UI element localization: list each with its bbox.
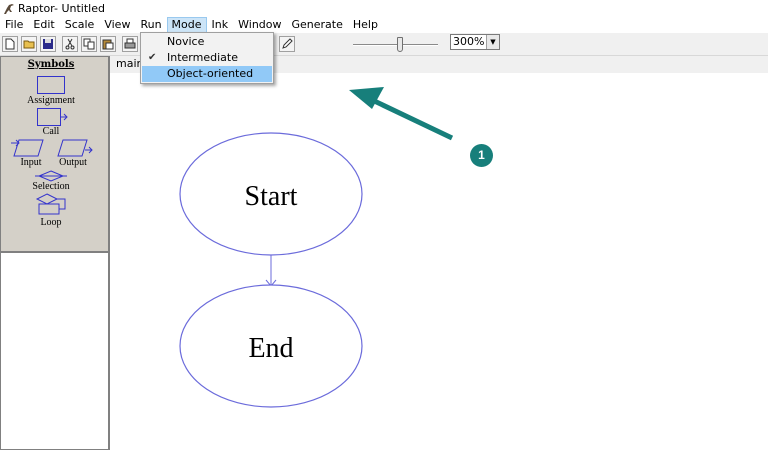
mode-intermediate-label: Intermediate (167, 51, 238, 64)
mode-novice-item[interactable]: Novice (142, 34, 272, 50)
checkmark-icon: ✔ (148, 52, 157, 63)
flowchart-drawing: Start End (179, 87, 454, 408)
start-text: Start (245, 181, 298, 212)
mode-object-oriented-label: Object-oriented (167, 67, 254, 80)
mode-novice-label: Novice (167, 35, 205, 48)
mode-dropdown-menu: Novice ✔ Intermediate Object-oriented (140, 32, 274, 84)
mode-intermediate-item[interactable]: ✔ Intermediate (142, 50, 272, 66)
annotation-badge: 1 (470, 144, 493, 167)
mode-object-oriented-item[interactable]: Object-oriented (142, 66, 272, 82)
end-text: End (248, 333, 293, 364)
annotation-arrow-shaft (366, 95, 454, 141)
